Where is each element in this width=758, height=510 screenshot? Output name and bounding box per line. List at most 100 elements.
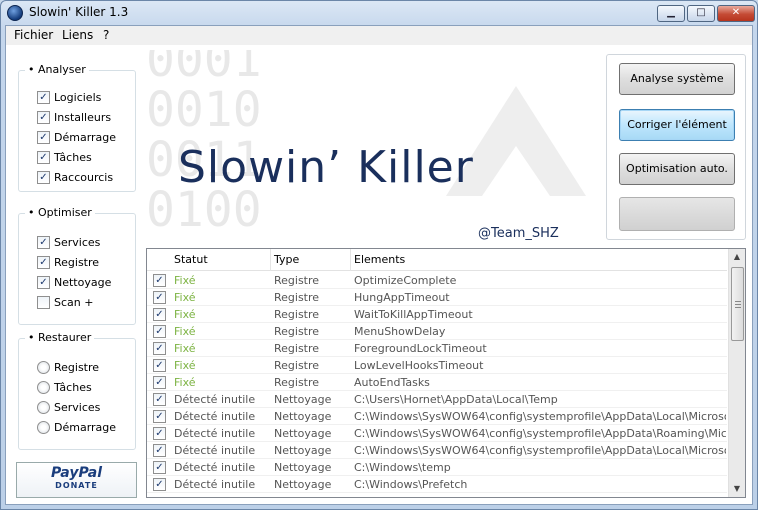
checkbox-checked-icon[interactable]: ✓ [37,150,50,164]
checkbox-checked-icon[interactable]: ✓ [37,255,50,269]
vertical-scrollbar[interactable]: ▲ ▼ [728,249,745,497]
scroll-grip [735,304,741,305]
menu-liens[interactable]: Liens [62,28,93,42]
donate-label: DONATE [55,481,98,490]
analyser-option-2[interactable]: ✓ Démarrage [37,129,116,145]
header-statut[interactable]: Statut [174,253,208,266]
row-type: Registre [274,274,320,287]
table-row[interactable]: ✓ Fixé Registre ForegroundLockTimeout [147,340,727,357]
table-row[interactable]: ✓ Détecté inutile Nettoyage C:\Users\Hornet… [147,391,727,408]
row-checkbox-icon[interactable]: ✓ [153,444,166,457]
client-area: Fichier Liens ? • Analyser ✓ Logiciels ✓ In… [5,25,753,505]
table-row[interactable]: ✓ Fixé Registre OptimizeComplete [147,272,727,289]
close-button[interactable]: ✕ [717,5,755,22]
row-checkbox-icon[interactable]: ✓ [153,274,166,287]
analyser-option-0[interactable]: ✓ Logiciels [37,89,101,105]
header-elements[interactable]: Elements [354,253,405,266]
row-element: C:\Windows\SysWOW64\config\systemprofile… [354,444,726,457]
header-type[interactable]: Type [274,253,299,266]
binary-bg-2: 0010 [146,82,262,138]
row-checkbox-icon[interactable]: ✓ [153,410,166,423]
row-element: C:\Windows\Prefetch [354,478,468,491]
analyser-option-3[interactable]: ✓ Tâches [37,149,92,165]
group-optimiser-label: Optimiser [38,206,92,219]
restaurer-radio-2[interactable]: Services [37,399,100,415]
row-type: Nettoyage [274,427,332,440]
optimiser-option-3[interactable]: Scan + [37,294,93,310]
row-status: Fixé [174,325,196,338]
restaurer-radio-1[interactable]: Tâches [37,379,92,395]
fix-item-button[interactable]: Corriger l'élément [619,109,735,141]
row-checkbox-icon[interactable]: ✓ [153,427,166,440]
radio-icon[interactable] [37,420,50,434]
optimiser-option-2[interactable]: ✓ Nettoyage [37,274,111,290]
table-row[interactable]: ✓ Détecté inutile Nettoyage C:\Windows\Pref… [147,476,727,493]
checkbox-checked-icon[interactable]: ✓ [37,235,50,249]
table-row[interactable]: ✓ Détecté inutile Nettoyage C:\Windows\SysW… [147,408,727,425]
row-element: OptimizeComplete [354,274,457,287]
table-row[interactable]: ✓ Détecté inutile Nettoyage C:\Windows\temp [147,459,727,476]
row-type: Nettoyage [274,444,332,457]
title-bar[interactable]: Slowin' Killer 1.3 ▁ □ ✕ [1,1,757,25]
checkbox-checked-icon[interactable]: ✓ [37,90,50,104]
optimiser-option-0[interactable]: ✓ Services [37,234,100,250]
checkbox-checked-icon[interactable]: ✓ [37,130,50,144]
checkbox-checked-icon[interactable]: ✓ [37,275,50,289]
table-row[interactable]: ✓ Fixé Registre AutoEndTasks [147,374,727,391]
row-checkbox-icon[interactable]: ✓ [153,291,166,304]
restaurer-radio-3[interactable]: Démarrage [37,419,116,435]
row-checkbox-icon[interactable]: ✓ [153,342,166,355]
group-optimiser-title: • Optimiser [25,206,95,219]
checkbox-checked-icon[interactable]: ✓ [37,170,50,184]
analyser-option-label: Raccourcis [54,170,114,184]
paypal-donate-button[interactable]: PayPal DONATE [16,462,137,498]
column-separator[interactable] [270,249,271,271]
scroll-up-icon[interactable]: ▲ [729,249,745,265]
restaurer-radio-0[interactable]: Registre [37,359,99,375]
analyse-system-button[interactable]: Analyse système [619,63,735,95]
row-checkbox-icon[interactable]: ✓ [153,308,166,321]
checkbox-unchecked-icon[interactable] [37,295,50,309]
results-table[interactable]: Statut Type Elements ✓ Fixé Registre Optimi… [146,248,746,498]
app-window: Slowin' Killer 1.3 ▁ □ ✕ Fichier Liens ?… [0,0,758,510]
auto-optimize-button[interactable]: Optimisation auto. [619,153,735,185]
minimize-button[interactable]: ▁ [657,5,685,22]
checkbox-checked-icon[interactable]: ✓ [37,110,50,124]
table-row[interactable]: ✓ Fixé Registre LowLevelHooksTimeout [147,357,727,374]
row-checkbox-icon[interactable]: ✓ [153,325,166,338]
table-row[interactable]: ✓ Fixé Registre MenuShowDelay [147,323,727,340]
table-row[interactable]: ✓ Détecté inutile Nettoyage C:\Windows\SysW… [147,425,727,442]
table-row[interactable]: ✓ Fixé Registre HungAppTimeout [147,289,727,306]
row-type: Registre [274,342,320,355]
analyser-option-4[interactable]: ✓ Raccourcis [37,169,113,185]
logo-title: Slowin’ Killer [178,142,474,193]
row-element: MenuShowDelay [354,325,446,338]
row-checkbox-icon[interactable]: ✓ [153,376,166,389]
row-checkbox-icon[interactable]: ✓ [153,478,166,491]
analyser-option-1[interactable]: ✓ Installeurs [37,109,111,125]
radio-icon[interactable] [37,360,50,374]
row-checkbox-icon[interactable]: ✓ [153,359,166,372]
menu-help[interactable]: ? [103,28,109,42]
row-checkbox-icon[interactable]: ✓ [153,393,166,406]
menu-fichier[interactable]: Fichier [14,28,53,42]
row-element: C:\Windows\SysWOW64\config\systemprofile… [354,427,726,440]
row-type: Registre [274,376,320,389]
table-header: Statut Type Elements [147,249,727,271]
table-row[interactable]: ✓ Détecté inutile Nettoyage C:\Windows\SysW… [147,442,727,459]
maximize-button[interactable]: □ [687,5,715,22]
group-restaurer: • Restaurer Registre Tâches Services Démarr… [18,331,136,450]
scroll-thumb[interactable] [731,267,744,341]
row-checkbox-icon[interactable]: ✓ [153,461,166,474]
radio-icon[interactable] [37,380,50,394]
scroll-down-icon[interactable]: ▼ [729,481,745,497]
row-element: C:\Windows\SysWOW64\config\systemprofile… [354,410,726,423]
optimiser-option-label: Scan + [54,295,94,309]
optimiser-option-1[interactable]: ✓ Registre [37,254,99,270]
row-status: Fixé [174,342,196,355]
radio-icon[interactable] [37,400,50,414]
table-row[interactable]: ✓ Fixé Registre WaitToKillAppTimeout [147,306,727,323]
column-separator[interactable] [350,249,351,271]
group-analyser: • Analyser ✓ Logiciels ✓ Installeurs ✓ Démarr… [18,63,136,192]
row-element: ForegroundLockTimeout [354,342,487,355]
